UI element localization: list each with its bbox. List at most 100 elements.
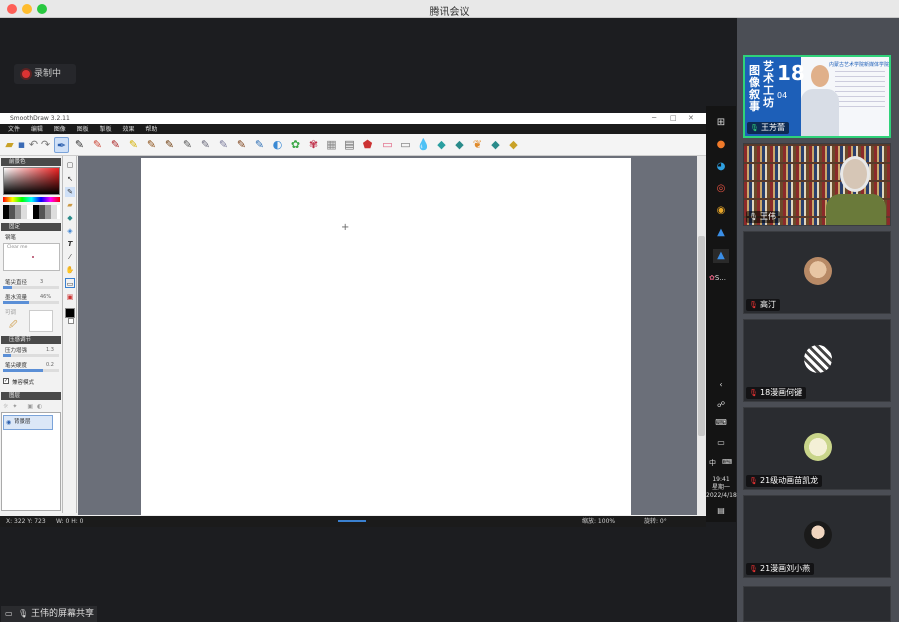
pour-icon[interactable]: ◆ bbox=[506, 137, 521, 153]
eyedropper-tool-icon[interactable]: ⁄ bbox=[65, 252, 75, 262]
bucket2-icon[interactable]: ◆ bbox=[452, 137, 467, 153]
color-panel-header[interactable]: 前景色 bbox=[1, 158, 61, 166]
tip-hardness-slider[interactable] bbox=[3, 369, 59, 372]
background-color-swatch[interactable] bbox=[68, 318, 74, 324]
brush-preview[interactable]: Clear me bbox=[3, 243, 60, 271]
chalk-brush-icon[interactable]: ✎ bbox=[144, 137, 159, 153]
water-drop-icon[interactable]: 💧 bbox=[416, 137, 431, 153]
avatar-4 bbox=[804, 345, 832, 373]
fill-tool-icon[interactable]: ◆ bbox=[65, 213, 75, 223]
rotate-value[interactable]: 旋转: 0° bbox=[644, 516, 667, 527]
airbrush-icon[interactable]: ✎ bbox=[180, 137, 195, 153]
eye-icon[interactable]: ◉ bbox=[6, 416, 11, 429]
eraser-tool-icon[interactable]: ▰ bbox=[65, 200, 75, 210]
swatch-grid[interactable] bbox=[3, 205, 60, 219]
crayon-brush-icon[interactable]: ✎ bbox=[90, 137, 105, 153]
blur-brush-icon[interactable]: ✎ bbox=[252, 137, 267, 153]
smudge-brush-icon[interactable]: ◐ bbox=[270, 137, 285, 153]
screenshare-text: 王伟的屏幕共享 bbox=[31, 609, 95, 619]
notification-icon[interactable]: ▤ bbox=[713, 504, 729, 518]
text-tool-icon[interactable]: T bbox=[65, 239, 75, 249]
selection-size: W: 0 H: 0 bbox=[56, 518, 84, 525]
brush-toolbar: ▰ ▪ ↶ ↷ ✒ ✎ ✎ ✎ ✎ ✎ ✎ ✎ ✎ ✎ ✎ ✎ ◐ ✿ ✾ ▦ … bbox=[0, 134, 706, 156]
ime-keyboard-icon[interactable]: ⌨ bbox=[722, 458, 732, 466]
pressure-panel-header[interactable]: 压感调节 bbox=[1, 336, 61, 344]
bucket-icon[interactable]: ◆ bbox=[434, 137, 449, 153]
network-icon[interactable]: ☍ bbox=[713, 398, 729, 412]
firefox-icon[interactable]: ● bbox=[713, 138, 729, 152]
compat-mode-checkbox[interactable]: ✓ bbox=[3, 378, 9, 384]
meeting-icon[interactable]: ▲ bbox=[713, 226, 729, 240]
participant-tile-4[interactable]: 🎙 18漫画何键 bbox=[743, 319, 891, 402]
mic-muted-icon: 🎙 bbox=[749, 477, 758, 485]
layer-item[interactable]: ◉ 背景层 bbox=[3, 415, 53, 430]
pencil-brush-icon[interactable]: ✎ bbox=[72, 137, 87, 153]
oil-brush-icon[interactable]: ✎ bbox=[162, 137, 177, 153]
paper-preview[interactable] bbox=[29, 310, 53, 332]
display-icon[interactable]: ▭ bbox=[713, 436, 729, 450]
highlighter-brush-icon[interactable]: ✎ bbox=[126, 137, 141, 153]
participant-tile-5[interactable]: 🎙 21级动画苗凯龙 bbox=[743, 407, 891, 490]
app-close-icon[interactable]: ✕ bbox=[688, 113, 694, 124]
grass-brush-icon[interactable]: ✿ bbox=[288, 137, 303, 153]
edge-icon[interactable]: ◕ bbox=[713, 160, 729, 174]
participant-name-3: 🎙 高汀 bbox=[746, 299, 780, 311]
participant-tile-6[interactable]: 🎙 21漫画刘小燕 bbox=[743, 495, 891, 578]
watercolor-brush-icon[interactable]: ✎ bbox=[198, 137, 213, 153]
clock-weekday: 星期一 bbox=[711, 484, 730, 491]
windows-start-icon[interactable]: ⊞ bbox=[713, 116, 729, 130]
leaf-brush-icon[interactable]: ❦ bbox=[470, 137, 485, 153]
participant-tile-3[interactable]: 🎙 高汀 bbox=[743, 231, 891, 314]
dry-brush-icon[interactable]: ✎ bbox=[234, 137, 249, 153]
zoom-value[interactable]: 缩放: 100% bbox=[582, 516, 615, 527]
taskbar-app-smoothdraw[interactable]: ✿S... bbox=[709, 274, 726, 282]
poster-sub: 04 bbox=[777, 91, 788, 100]
hand-tool-icon[interactable]: ✋ bbox=[65, 265, 75, 275]
participant-tile-1[interactable]: 图像叙事 艺术工坊 18 04 内蒙古艺术学院新媒体学院 🎙 王芳蕾 bbox=[743, 55, 891, 138]
pen-brush-icon[interactable]: ✒ bbox=[54, 137, 69, 153]
keyboard-icon[interactable]: ⌨ bbox=[713, 416, 729, 430]
scrollbar-thumb[interactable] bbox=[698, 236, 705, 436]
recording-indicator[interactable]: 录制中 bbox=[14, 64, 76, 84]
eyedropper-icon[interactable]: 🖉 bbox=[9, 319, 18, 333]
drawing-canvas[interactable]: + bbox=[141, 158, 631, 515]
ink-flow-label: 墨水流量 bbox=[5, 295, 28, 301]
move-icon[interactable]: ↖ bbox=[65, 174, 75, 184]
brush-tool-icon[interactable]: ✎ bbox=[65, 187, 75, 197]
show-hidden-icons[interactable]: ‹ bbox=[713, 378, 729, 392]
redo-icon[interactable]: ↷ bbox=[38, 137, 53, 153]
left-panel: 前景色 固定 钢笔 Clear me 笔尖直径 3 墨水流量 46% 可调 🖉 … bbox=[0, 156, 63, 513]
brush-panel-header[interactable]: 固定 bbox=[1, 223, 61, 231]
chrome-icon[interactable]: ◎ bbox=[713, 182, 729, 196]
fill-brush-icon[interactable]: ⬟ bbox=[360, 137, 375, 153]
texture-brush-icon[interactable]: ▦ bbox=[324, 137, 339, 153]
meeting-active-icon[interactable]: ▲ bbox=[713, 249, 729, 263]
canvas-vertical-scrollbar[interactable] bbox=[697, 156, 706, 515]
participant-tile-7[interactable] bbox=[743, 586, 891, 622]
inkpen-brush-icon[interactable]: ✎ bbox=[216, 137, 231, 153]
hard-eraser-icon[interactable]: ▭ bbox=[398, 137, 413, 153]
app-minimize-icon[interactable]: ─ bbox=[652, 113, 656, 124]
hue-slider[interactable] bbox=[3, 197, 60, 202]
shape-tool-icon[interactable]: ◈ bbox=[65, 226, 75, 236]
brush-size-slider[interactable] bbox=[3, 286, 59, 289]
clear-tool-icon[interactable]: ▣ bbox=[65, 292, 75, 302]
eraser-icon[interactable]: ▭ bbox=[380, 137, 395, 153]
ink-flow-slider[interactable] bbox=[3, 301, 59, 304]
foreground-color-swatch[interactable] bbox=[65, 308, 75, 318]
select-rect-icon[interactable]: ▢ bbox=[65, 160, 75, 170]
taskbar-clock[interactable]: 19:41 星期一 2022/4/18 bbox=[706, 476, 737, 500]
chrome-canary-icon[interactable]: ◉ bbox=[713, 204, 729, 218]
pressure-slider[interactable] bbox=[3, 354, 59, 357]
ime-indicator[interactable]: 中 bbox=[709, 458, 716, 468]
stamp-brush-icon[interactable]: ▤ bbox=[342, 137, 357, 153]
marker-brush-icon[interactable]: ✎ bbox=[108, 137, 123, 153]
flower-brush-icon[interactable]: ✾ bbox=[306, 137, 321, 153]
color-picker[interactable] bbox=[3, 167, 60, 195]
layer-controls[interactable]: ☼✦ ▣◐ bbox=[3, 403, 46, 410]
frame-tool-icon[interactable]: ▭ bbox=[65, 278, 75, 288]
layers-panel-header[interactable]: 图层 bbox=[1, 392, 61, 400]
app-maximize-icon[interactable]: □ bbox=[670, 113, 677, 124]
participant-tile-2[interactable]: 🎙 王伟 bbox=[743, 143, 891, 226]
bucket3-icon[interactable]: ◆ bbox=[488, 137, 503, 153]
